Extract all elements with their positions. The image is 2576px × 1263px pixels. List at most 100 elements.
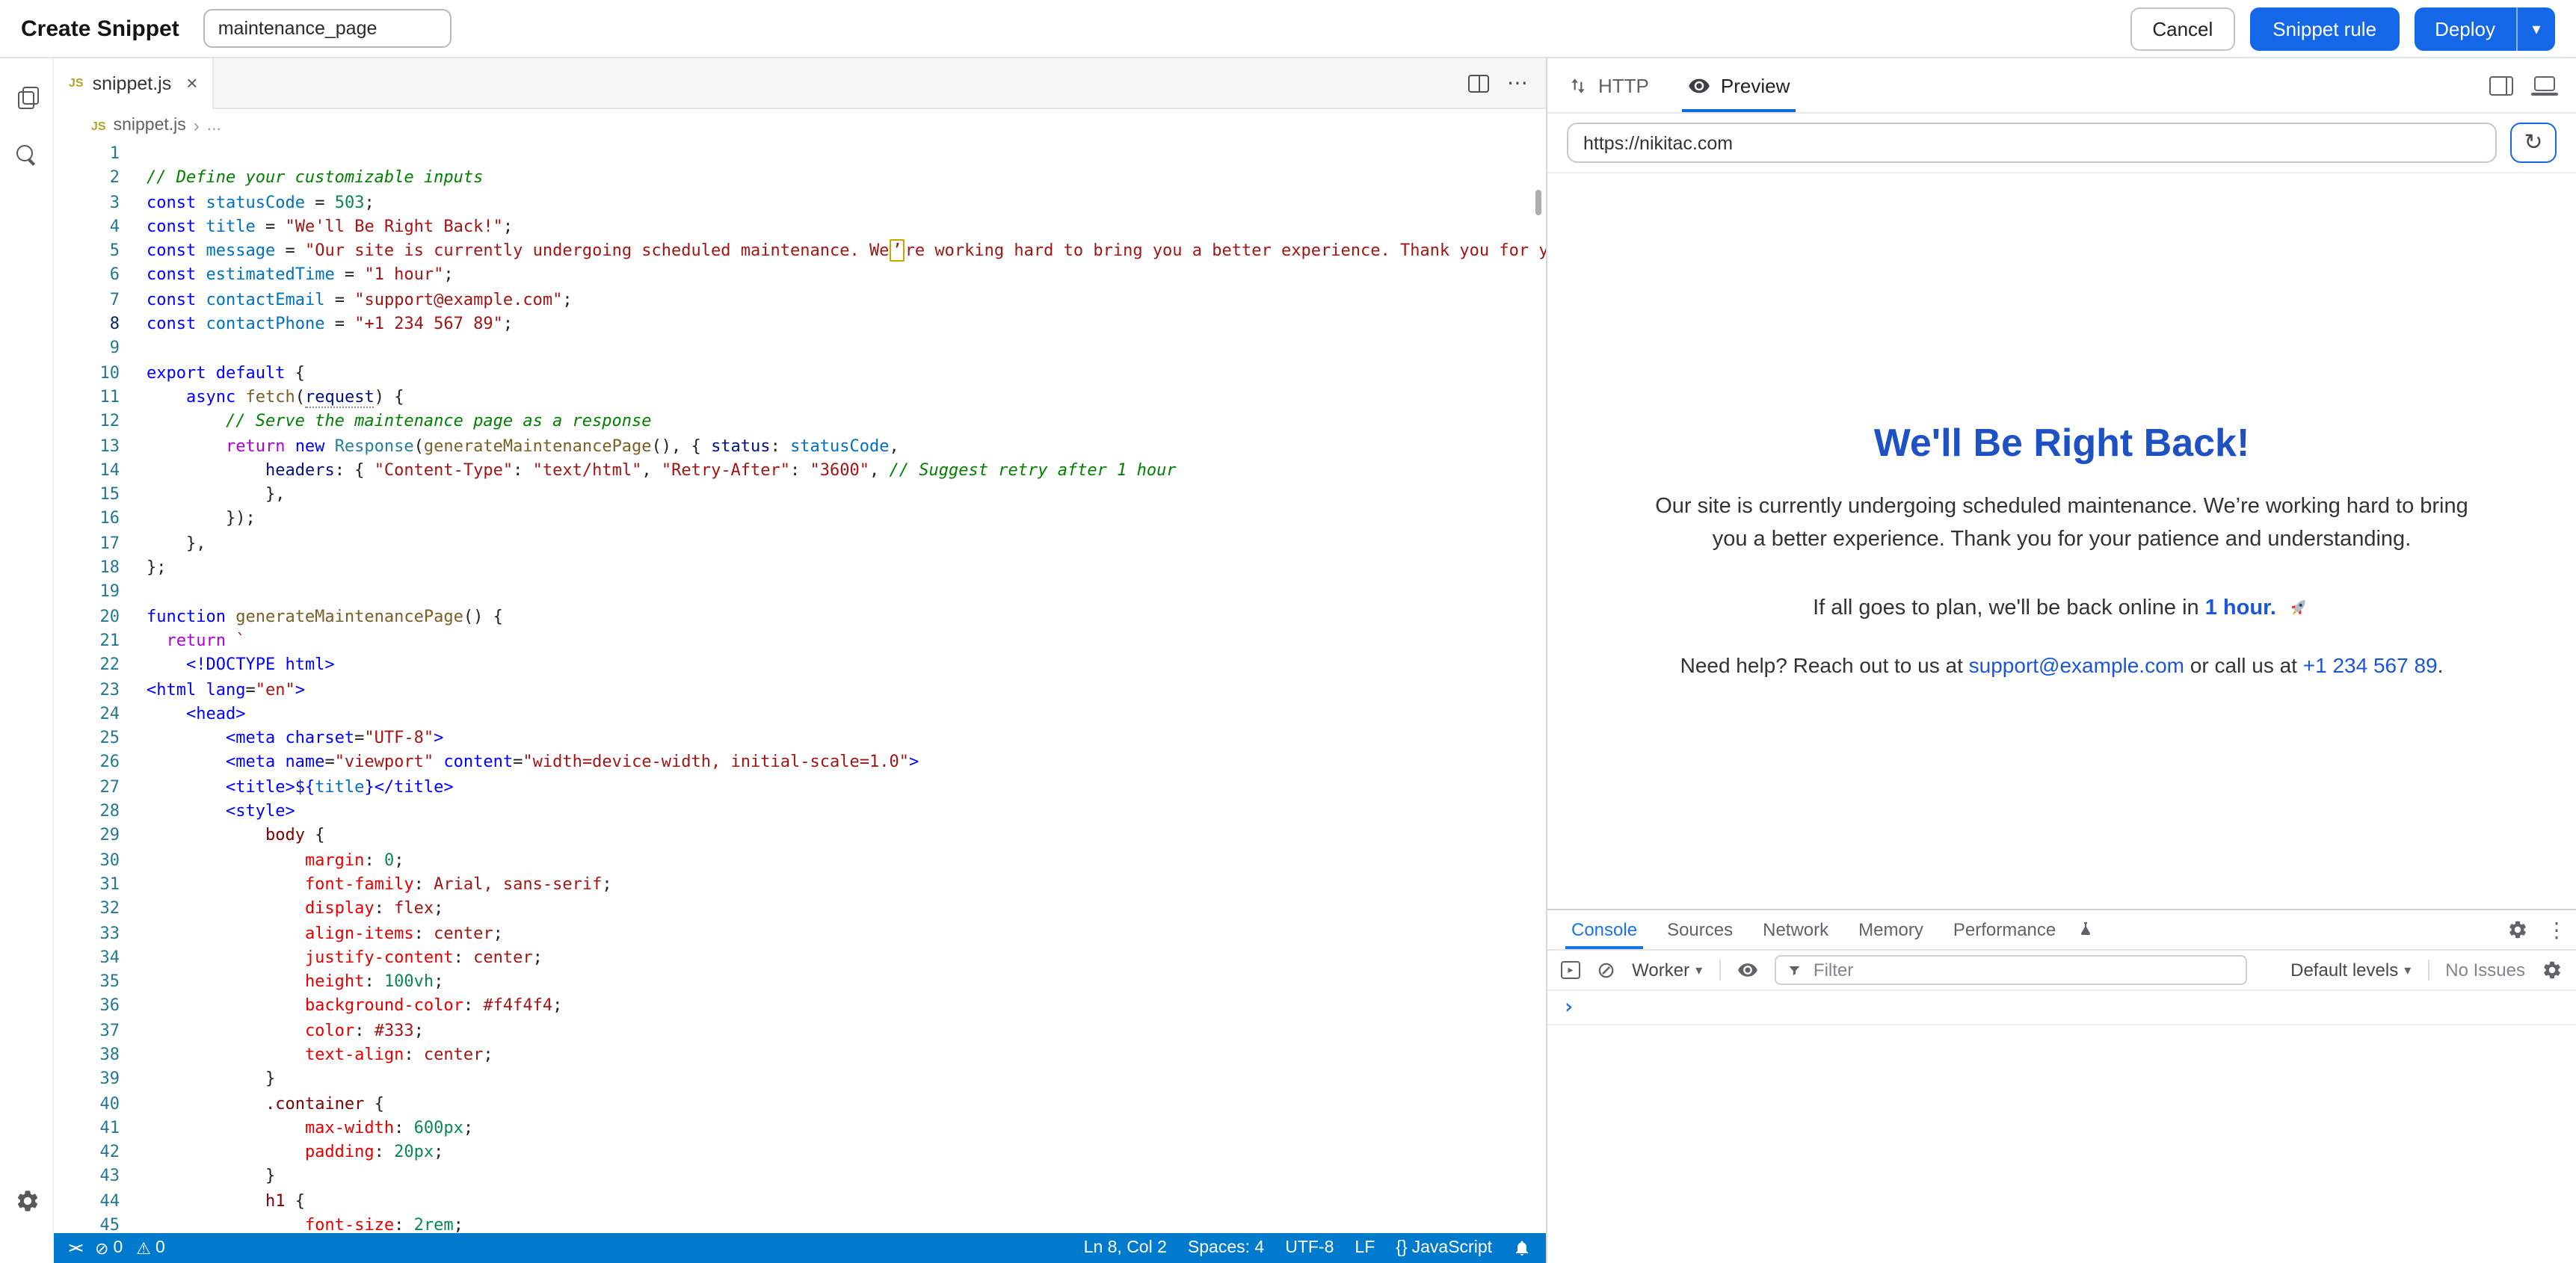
code-line[interactable]: 35 height: 100vh; (54, 970, 1546, 995)
url-input[interactable] (1567, 123, 2497, 163)
code-line[interactable]: 45 font-size: 2rem; (54, 1214, 1546, 1233)
eol[interactable]: LF (1355, 1239, 1375, 1257)
log-levels-dropdown[interactable]: Default levels▾ (2290, 960, 2411, 981)
problems-errors[interactable]: ⊘ 0 (95, 1238, 123, 1258)
code-line[interactable]: 37 color: #333; (54, 1019, 1546, 1043)
tab-snippet-js[interactable]: JS snippet.js × (54, 58, 214, 108)
code-line[interactable]: 29 body { (54, 824, 1546, 849)
email-link[interactable]: support@example.com (1969, 652, 2184, 676)
language-mode[interactable]: {} JavaScript (1396, 1239, 1492, 1257)
code-line[interactable]: 6const estimatedTime = "1 hour"; (54, 264, 1546, 288)
code-line[interactable]: 40 .container { (54, 1092, 1546, 1117)
code-line[interactable]: 13 return new Response(generateMaintenan… (54, 434, 1546, 459)
issues-counter[interactable]: No Issues (2445, 960, 2525, 981)
line-number: 2 (54, 167, 120, 191)
snippet-name-input[interactable] (203, 9, 452, 48)
problems-warnings[interactable]: ⚠ 0 (136, 1238, 165, 1258)
code-line[interactable]: 22 <!DOCTYPE html> (54, 653, 1546, 678)
code-area[interactable]: 12// Define your customizable inputs3con… (54, 142, 1546, 1233)
kebab-menu-icon[interactable]: ⋮ (2546, 917, 2567, 942)
code-line[interactable]: 25 <meta charset="UTF-8"> (54, 726, 1546, 751)
code-line[interactable]: 41 max-width: 600px; (54, 1117, 1546, 1141)
cancel-button[interactable]: Cancel (2130, 7, 2235, 50)
breadcrumb-file[interactable]: snippet.js (114, 117, 186, 135)
bell-icon[interactable] (1513, 1239, 1531, 1257)
more-actions-icon[interactable]: ⋯ (1507, 70, 1528, 96)
console-sidebar-icon[interactable]: ▸ (1561, 961, 1580, 979)
line-number: 43 (54, 1165, 120, 1190)
code-line[interactable]: 27 <title>${title}</title> (54, 775, 1546, 800)
code-line[interactable]: 16 }); (54, 507, 1546, 532)
code-line[interactable]: 14 headers: { "Content-Type": "text/html… (54, 459, 1546, 484)
console-settings-gear-icon[interactable] (2542, 960, 2563, 981)
code-line[interactable]: 2// Define your customizable inputs (54, 167, 1546, 191)
breadcrumb-more[interactable]: ... (207, 117, 221, 135)
code-line[interactable]: 42 padding: 20px; (54, 1140, 1546, 1165)
remote-indicator-icon[interactable]: >< (69, 1241, 81, 1256)
cursor-position[interactable]: Ln 8, Col 2 (1084, 1239, 1167, 1257)
code-line[interactable]: 33 align-items: center; (54, 921, 1546, 946)
code-line[interactable]: 44 h1 { (54, 1190, 1546, 1214)
devtools-settings-gear-icon[interactable] (2507, 919, 2528, 940)
tab-http[interactable]: HTTP (1568, 58, 1649, 112)
device-icon[interactable] (2534, 75, 2555, 90)
indentation[interactable]: Spaces: 4 (1188, 1239, 1264, 1257)
code-line[interactable]: 24 <head> (54, 702, 1546, 727)
search-icon[interactable] (0, 126, 54, 185)
code-line[interactable]: 30 margin: 0; (54, 848, 1546, 873)
experiments-flask-icon[interactable] (2077, 921, 2095, 939)
code-line[interactable]: 3const statusCode = 503; (54, 191, 1546, 215)
code-line[interactable]: 36 background-color: #f4f4f4; (54, 995, 1546, 1019)
devtools-tab-memory[interactable]: Memory (1843, 910, 1938, 949)
code-line[interactable]: 23<html lang="en"> (54, 678, 1546, 702)
code-line[interactable]: 8const contactPhone = "+1 234 567 89"; (54, 312, 1546, 337)
code-line[interactable]: 11 async fetch(request) { (54, 386, 1546, 410)
line-number: 23 (54, 678, 120, 702)
deploy-button[interactable]: Deploy (2414, 7, 2516, 50)
breadcrumb[interactable]: JS snippet.js › ... (54, 109, 1546, 142)
code-line[interactable]: 5const message = "Our site is currently … (54, 239, 1546, 264)
line-number: 20 (54, 605, 120, 629)
context-selector[interactable]: Worker▾ (1632, 960, 1702, 981)
deploy-dropdown-button[interactable]: ▾ (2516, 7, 2555, 50)
code-line[interactable]: 39 } (54, 1068, 1546, 1093)
snippet-rule-button[interactable]: Snippet rule (2250, 7, 2399, 50)
code-line[interactable]: 17 }, (54, 532, 1546, 557)
code-line[interactable]: 31 font-family: Arial, sans-serif; (54, 873, 1546, 898)
phone-link[interactable]: +1 234 567 89 (2303, 652, 2438, 676)
copy-icon[interactable] (0, 66, 54, 126)
code-line[interactable]: 19 (54, 581, 1546, 605)
encoding[interactable]: UTF-8 (1285, 1239, 1334, 1257)
code-line[interactable]: 15 }, (54, 483, 1546, 507)
refresh-button[interactable]: ↻ (2510, 123, 2557, 163)
settings-gear-icon[interactable] (0, 1170, 54, 1230)
code-line[interactable]: 4const title = "We'll Be Right Back!"; (54, 215, 1546, 240)
code-line[interactable]: 26 <meta name="viewport" content="width=… (54, 751, 1546, 776)
code-line[interactable]: 28 <style> (54, 800, 1546, 824)
close-tab-icon[interactable]: × (186, 72, 197, 94)
devtools-tab-performance[interactable]: Performance (1938, 910, 2071, 949)
devtools-tab-console[interactable]: Console (1556, 910, 1652, 949)
code-line[interactable]: 20function generateMaintenancePage() { (54, 605, 1546, 629)
code-line[interactable]: 18}; (54, 556, 1546, 581)
code-line[interactable]: 7const contactEmail = "support@example.c… (54, 288, 1546, 313)
clear-console-icon[interactable]: ⊘ (1597, 959, 1615, 981)
code-line[interactable]: 34 justify-content: center; (54, 946, 1546, 971)
filter-input[interactable] (1811, 958, 2234, 982)
code-line[interactable]: 12 // Serve the maintenance page as a re… (54, 410, 1546, 435)
live-expression-eye-icon[interactable] (1737, 960, 1757, 981)
code-line[interactable]: 43 } (54, 1165, 1546, 1190)
side-panel-icon[interactable] (2489, 75, 2513, 95)
code-line[interactable]: 32 display: flex; (54, 897, 1546, 921)
code-line[interactable]: 21 return ` (54, 629, 1546, 654)
code-line[interactable]: 1 (54, 142, 1546, 167)
split-editor-icon[interactable] (1468, 74, 1489, 92)
code-line[interactable]: 9 (54, 337, 1546, 362)
scrollbar-thumb[interactable] (1535, 190, 1541, 215)
devtools-tab-sources[interactable]: Sources (1652, 910, 1748, 949)
code-line[interactable]: 38 text-align: center; (54, 1043, 1546, 1068)
console-prompt[interactable]: › (1547, 991, 2576, 1025)
tab-preview[interactable]: Preview (1688, 58, 1790, 112)
devtools-tab-network[interactable]: Network (1748, 910, 1843, 949)
code-line[interactable]: 10export default { (54, 361, 1546, 386)
